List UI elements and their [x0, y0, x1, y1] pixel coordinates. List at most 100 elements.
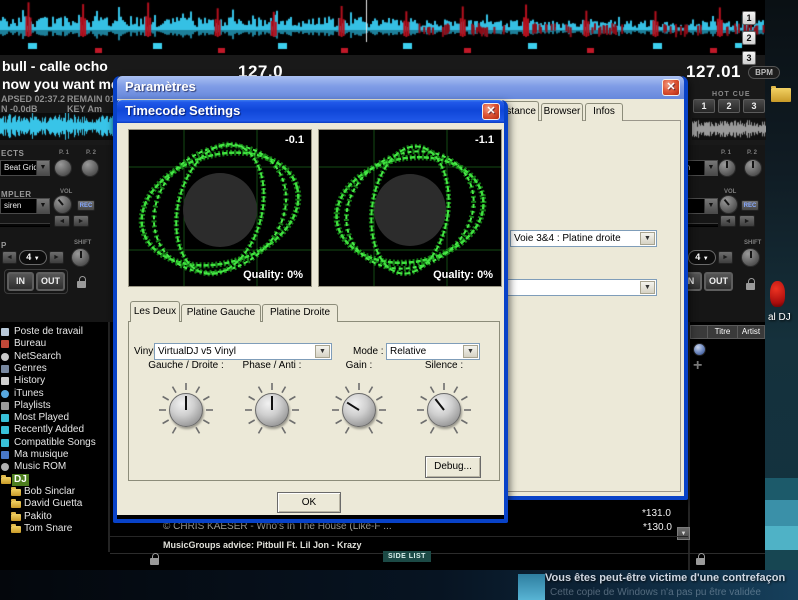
sidebar-item-bob-sinclar[interactable]: Bob Sinclar [0, 486, 108, 498]
tracklist-scroll-down[interactable]: ▼ [677, 527, 690, 540]
vinyl-select[interactable]: VirtualDJ v5 Vinyl ▼ [154, 343, 332, 360]
loop-shift-knob[interactable] [71, 248, 90, 267]
sampler-rec-button-right[interactable]: REC [741, 200, 759, 211]
sampler-next-button[interactable]: ► [73, 215, 89, 227]
sidebar-item-ma-musique[interactable]: Ma musique [0, 449, 108, 461]
sidebar-item-tom-snare[interactable]: Tom Snare [0, 523, 108, 535]
chevron-down-icon[interactable]: ▼ [704, 199, 717, 213]
timecode-tab-les-deux[interactable]: Les Deux [130, 301, 180, 322]
side-list-button[interactable]: SIDE LIST [383, 551, 431, 562]
chevron-down-icon[interactable]: ▼ [640, 232, 655, 245]
loop-out-button[interactable]: OUT [36, 272, 65, 291]
effects-select[interactable]: Beat Grid▼ [0, 160, 50, 176]
debug-button[interactable]: Debug... [425, 456, 481, 478]
lock-icon[interactable] [696, 558, 705, 565]
chevron-down-icon[interactable]: ▼ [640, 281, 655, 294]
chevron-down-icon[interactable]: ▼ [36, 161, 49, 175]
sampler-next-button-right[interactable]: ► [739, 215, 755, 227]
sidebar-item-poste-de-travail[interactable]: Poste de travail [0, 326, 108, 338]
ok-button[interactable]: OK [277, 492, 341, 513]
sampler-rec-button[interactable]: REC [77, 200, 95, 211]
calibration-knob[interactable] [255, 393, 289, 427]
sampler-prev-button-right[interactable]: ◄ [720, 215, 736, 227]
calibration-knob[interactable] [427, 393, 461, 427]
lock-icon[interactable] [150, 558, 159, 565]
chevron-down-icon[interactable]: ▼ [315, 345, 330, 358]
sidebar-item-david-guetta[interactable]: David Guetta [0, 498, 108, 510]
virtualdj-desktop-icon[interactable] [770, 281, 785, 307]
virtualdj-desktop-icon-label[interactable]: al DJ [768, 312, 791, 323]
sidelist-col-artist[interactable]: Artist [738, 326, 764, 338]
wave-page-button-3[interactable]: 3 [742, 51, 756, 65]
sidebar-item-bureau[interactable]: Bureau [0, 338, 108, 350]
parametres-tab-infos[interactable]: Infos [585, 103, 623, 121]
sidebar-item-netsearch[interactable]: NetSearch [0, 351, 108, 363]
effect-p2-knob[interactable] [81, 159, 99, 177]
chevron-down-icon[interactable]: ▼ [36, 199, 49, 213]
loop-shift-knob-right[interactable] [741, 248, 760, 267]
sidebar-item-recently-added[interactable]: Recently Added [0, 424, 108, 436]
sidebar-divider[interactable] [108, 322, 110, 552]
calibration-knob[interactable] [169, 393, 203, 427]
folder-icon [11, 501, 21, 508]
sampler-vol-knob[interactable] [53, 195, 72, 214]
timecode-tab-platine-droite[interactable]: Platine Droite [262, 304, 338, 322]
sidelist-col-blank[interactable] [691, 326, 708, 338]
sidebar-item-itunes[interactable]: iTunes [0, 388, 108, 400]
effect-p2-knob-right[interactable] [744, 159, 762, 177]
loop-length-select-right[interactable]: 4 ▼ [688, 250, 716, 265]
lock-icon[interactable] [746, 283, 755, 290]
sampler-select[interactable]: siren▼ [0, 198, 50, 214]
voie-select[interactable]: Voie 3&4 : Platine droite ▼ [510, 230, 657, 247]
loop-half-button[interactable]: ◄ [2, 251, 17, 264]
parametres-titlebar[interactable]: Paramètres ✕ [117, 76, 684, 99]
add-icon[interactable]: + [693, 359, 702, 373]
sidelist-header: Titre Artist [690, 325, 765, 339]
hot-cue-3[interactable]: 3 [743, 99, 765, 113]
chevron-down-icon[interactable]: ▼ [703, 256, 709, 262]
netsearch-globe-icon[interactable] [693, 343, 706, 356]
right-deck-wave-thumb[interactable] [692, 118, 766, 140]
close-icon[interactable]: ✕ [662, 79, 680, 96]
sidelist-col-titre[interactable]: Titre [708, 326, 738, 338]
chevron-down-icon[interactable]: ▼ [34, 256, 40, 262]
lock-icon[interactable] [77, 281, 86, 288]
close-icon[interactable]: ✕ [482, 103, 500, 120]
sampler-prev-button[interactable]: ◄ [54, 215, 70, 227]
desktop-folder-icon[interactable] [771, 88, 791, 102]
loop-out-button-right[interactable]: OUT [704, 272, 733, 291]
empty-select[interactable]: ▼ [505, 279, 657, 296]
loop-length-select[interactable]: 4 ▼ [19, 250, 47, 265]
sidebar-item-genres[interactable]: Genres [0, 363, 108, 375]
parametres-tab-browser[interactable]: Browser [541, 103, 583, 121]
chevron-down-icon[interactable]: ▼ [463, 345, 478, 358]
effect-p1-knob[interactable] [54, 159, 72, 177]
sidebar-item-music-rom[interactable]: Music ROM [0, 461, 108, 473]
loop-double-button[interactable]: ► [49, 251, 64, 264]
sampler-slider[interactable] [0, 223, 50, 227]
effect-p1-knob-right[interactable] [718, 159, 736, 177]
sidebar-item-compatible-songs[interactable]: Compatible Songs [0, 437, 108, 449]
track-row-advice[interactable]: MusicGroups advice: Pitbull Ft. Lil Jon … [163, 540, 362, 550]
knob-group-2: Gain : [314, 360, 404, 470]
timecode-tab-platine-gauche[interactable]: Platine Gauche [181, 304, 261, 322]
wave-page-button-2[interactable]: 2 [742, 31, 756, 45]
hot-cue-1[interactable]: 1 [693, 99, 715, 113]
mode-select[interactable]: Relative ▼ [386, 343, 480, 360]
sidebar-item-history[interactable]: History [0, 375, 108, 387]
wave-page-button-1[interactable]: 1 [742, 11, 756, 25]
left-deck-wave-thumb[interactable] [0, 113, 113, 140]
sidebar-item-pakito[interactable]: Pakito [0, 511, 108, 523]
hot-cue-2[interactable]: 2 [718, 99, 740, 113]
loop-in-button[interactable]: IN [7, 272, 34, 291]
sidebar-item-label: iTunes [12, 388, 46, 400]
loop-double-button-right[interactable]: ► [718, 251, 733, 264]
calibration-knob[interactable] [342, 393, 376, 427]
timecode-titlebar[interactable]: Timecode Settings ✕ [117, 100, 504, 123]
sidebar-item-playlists[interactable]: Playlists [0, 400, 108, 412]
sampler-vol-knob-right[interactable] [719, 195, 738, 214]
sidebar-item-dj[interactable]: DJ [0, 474, 108, 486]
chevron-down-icon[interactable]: ▼ [704, 161, 717, 175]
sidebar-item-most-played[interactable]: Most Played [0, 412, 108, 424]
rhythm-waveform[interactable] [0, 0, 765, 55]
